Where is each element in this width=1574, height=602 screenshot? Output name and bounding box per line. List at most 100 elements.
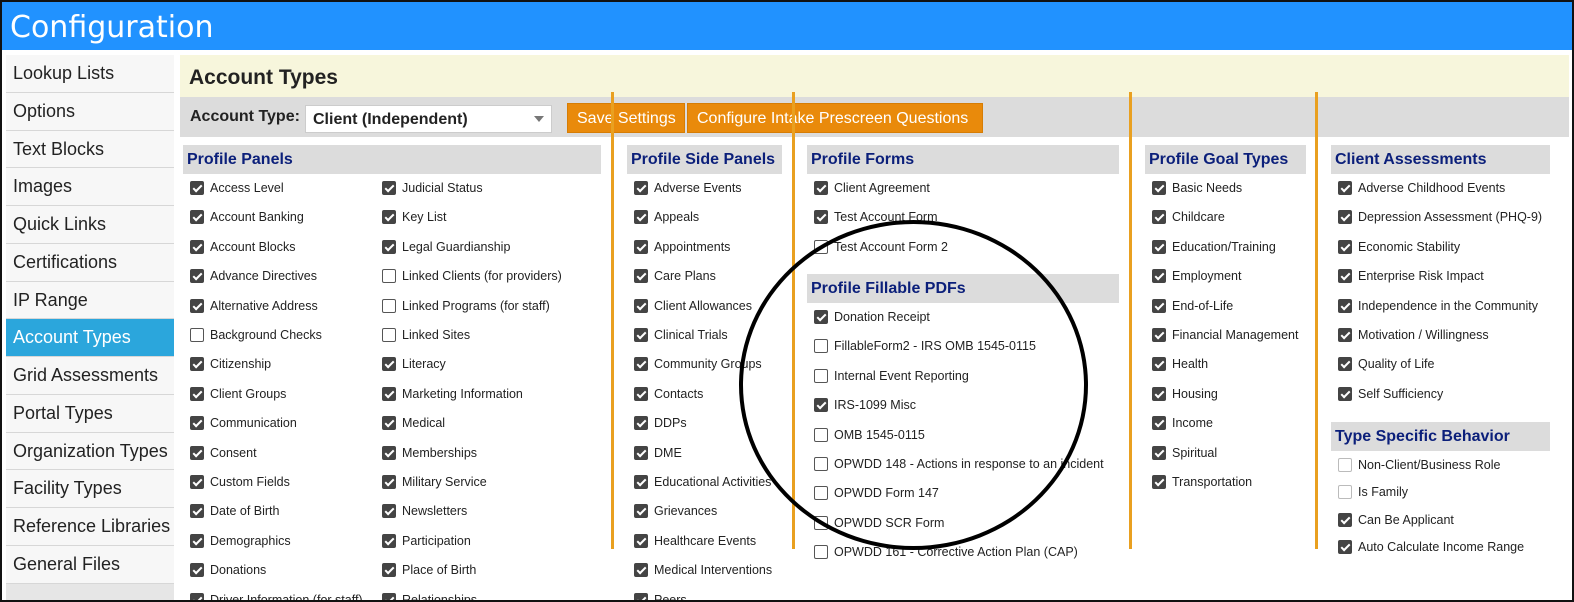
checkbox-checked[interactable]	[382, 592, 396, 600]
checkbox-checked[interactable]	[190, 592, 204, 600]
checkbox-unchecked[interactable]	[814, 368, 828, 383]
checkbox-checked[interactable]	[382, 445, 396, 460]
checkbox-unchecked[interactable]	[382, 269, 396, 284]
checkbox-checked[interactable]	[634, 416, 648, 431]
checkbox-checked[interactable]	[1338, 269, 1352, 284]
checkbox-checked[interactable]	[1338, 210, 1352, 225]
sidebar-item[interactable]: Quick Links	[6, 206, 174, 244]
checkbox-checked[interactable]	[382, 357, 396, 372]
checkbox-checked[interactable]	[190, 386, 204, 401]
checkbox-checked[interactable]	[382, 533, 396, 548]
checkbox-label: Basic Needs	[1172, 181, 1243, 195]
checkbox-checked[interactable]	[814, 398, 828, 413]
checkbox-checked[interactable]	[634, 445, 648, 460]
checkbox-label: Childcare	[1172, 210, 1225, 225]
sidebar-item[interactable]: Portal Types	[6, 394, 174, 433]
sidebar-item[interactable]: Reference Libraries	[6, 508, 174, 546]
checkbox-checked[interactable]	[1338, 239, 1352, 254]
checkbox-checked[interactable]	[1338, 328, 1352, 342]
checkbox-unchecked[interactable]	[814, 339, 828, 354]
checkbox-checked[interactable]	[382, 210, 396, 225]
checkbox-checked[interactable]	[1152, 445, 1166, 460]
checkbox-unchecked[interactable]	[382, 328, 396, 342]
checkbox-checked[interactable]	[1152, 210, 1166, 225]
checkbox-checked[interactable]	[190, 298, 204, 313]
checkbox-checked[interactable]	[634, 533, 648, 548]
sidebar-item[interactable]: Options	[6, 92, 174, 131]
sidebar-item[interactable]: Certifications	[6, 243, 174, 282]
sidebar-item[interactable]: Text Blocks	[6, 130, 174, 169]
checkbox-checked[interactable]	[1338, 539, 1352, 554]
checkbox-checked[interactable]	[382, 386, 396, 401]
checkbox-checked[interactable]	[634, 386, 648, 401]
checkbox-checked[interactable]	[1152, 298, 1166, 313]
checkbox-checked[interactable]	[1152, 475, 1166, 489]
sidebar-item[interactable]: Lookup Lists	[6, 55, 174, 93]
checkbox-unchecked[interactable]	[814, 486, 828, 501]
checkbox-checked[interactable]	[1152, 269, 1166, 284]
sidebar-item[interactable]: Grid Assessments	[6, 357, 174, 395]
account-type-label: Account Type:	[190, 108, 300, 125]
checkbox-checked[interactable]	[190, 475, 204, 489]
account-type-select[interactable]: Client (Independent)	[305, 105, 552, 133]
checkbox-checked[interactable]	[634, 504, 648, 519]
checkbox-checked[interactable]	[190, 445, 204, 460]
checkbox-checked[interactable]	[634, 239, 648, 254]
app-window: Configuration Lookup Lists Options Text Bl…	[0, 0, 1574, 602]
save-settings-button[interactable]: Save Settings	[567, 103, 685, 133]
checkbox-checked[interactable]	[1152, 416, 1166, 431]
checkbox-label: End-of-Life	[1172, 298, 1234, 313]
checkbox-checked[interactable]	[1338, 512, 1352, 527]
checkbox-checked[interactable]	[634, 357, 648, 372]
checkbox-checked[interactable]	[382, 181, 396, 195]
sidebar-item[interactable]: IP Range	[6, 281, 174, 320]
sidebar-item[interactable]: General Files	[6, 545, 174, 584]
checkbox-checked[interactable]	[634, 210, 648, 225]
checkbox-checked[interactable]	[634, 328, 648, 342]
sidebar-item[interactable]: Facility Types	[6, 470, 174, 508]
checkbox-checked[interactable]	[1152, 239, 1166, 254]
checkbox-checked[interactable]	[1152, 328, 1166, 342]
checkbox-checked[interactable]	[382, 416, 396, 431]
checkbox-checked[interactable]	[634, 592, 648, 600]
checkbox-checked[interactable]	[814, 310, 828, 324]
checkbox-checked[interactable]	[382, 475, 396, 489]
checkbox-unchecked[interactable]	[814, 457, 828, 471]
checkbox-checked[interactable]	[1338, 357, 1352, 372]
checkbox-checked[interactable]	[1152, 181, 1166, 195]
checkbox-checked[interactable]	[1152, 386, 1166, 401]
checkbox-checked[interactable]	[634, 181, 648, 195]
checkbox-checked[interactable]	[1152, 357, 1166, 372]
checkbox-checked[interactable]	[382, 504, 396, 519]
checkbox-unchecked[interactable]	[190, 328, 204, 342]
checkbox-checked[interactable]	[190, 239, 204, 254]
configure-intake-button[interactable]: Configure Intake Prescreen Questions	[687, 103, 983, 133]
checkbox-checked[interactable]	[814, 181, 828, 195]
checkbox-checked[interactable]	[190, 416, 204, 431]
sidebar-item[interactable]: Account Types	[6, 319, 174, 357]
checkbox-checked[interactable]	[190, 210, 204, 225]
checkbox-checked[interactable]	[1338, 181, 1352, 195]
checkbox-unchecked[interactable]	[814, 515, 828, 530]
checkbox-checked[interactable]	[190, 533, 204, 548]
checkbox-checked[interactable]	[634, 298, 648, 313]
checkbox-unchecked[interactable]	[814, 239, 828, 254]
checkbox-unchecked[interactable]	[382, 298, 396, 313]
checkbox-checked[interactable]	[382, 239, 396, 254]
checkbox-checked[interactable]	[382, 563, 396, 578]
checkbox-checked[interactable]	[1338, 298, 1352, 313]
checkbox-checked[interactable]	[634, 475, 648, 489]
checkbox-checked[interactable]	[190, 181, 204, 195]
checkbox-checked[interactable]	[190, 357, 204, 372]
checkbox-checked[interactable]	[634, 563, 648, 578]
checkbox-unchecked[interactable]	[814, 545, 828, 560]
checkbox-checked[interactable]	[814, 210, 828, 225]
sidebar-item[interactable]: Organization Types	[6, 432, 174, 471]
checkbox-checked[interactable]	[190, 563, 204, 578]
checkbox-checked[interactable]	[634, 269, 648, 284]
checkbox-checked[interactable]	[1338, 386, 1352, 401]
checkbox-unchecked[interactable]	[814, 427, 828, 442]
sidebar-item[interactable]: Images	[6, 168, 174, 206]
checkbox-checked[interactable]	[190, 269, 204, 284]
checkbox-checked[interactable]	[190, 504, 204, 519]
